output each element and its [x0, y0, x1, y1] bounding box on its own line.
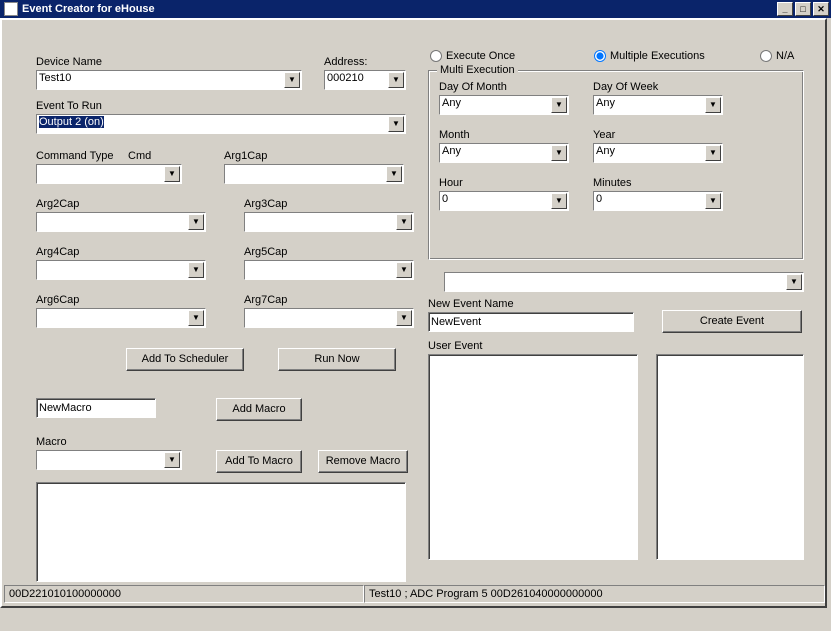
status-pane-2: Test10 ; ADC Program 5 00D26104000000000…	[364, 585, 825, 603]
chevron-down-icon: ▼	[705, 193, 721, 209]
event-combo[interactable]: ▼	[444, 272, 804, 292]
new-macro-input[interactable]	[36, 398, 156, 418]
close-button[interactable]: ✕	[813, 2, 829, 16]
chevron-down-icon: ▼	[551, 193, 567, 209]
device-name-label: Device Name	[36, 56, 102, 68]
status-pane-1: 00D221010100000000	[4, 585, 364, 603]
maximize-button[interactable]: □	[795, 2, 811, 16]
address-select[interactable]: 000210▼	[324, 70, 406, 90]
day-of-month-label: Day Of Month	[439, 81, 507, 93]
chevron-down-icon: ▼	[705, 97, 721, 113]
arg7-label: Arg7Cap	[244, 294, 287, 306]
arg2-select[interactable]: ▼	[36, 212, 206, 232]
chevron-down-icon: ▼	[388, 116, 404, 132]
chevron-down-icon: ▼	[284, 72, 300, 88]
chevron-down-icon: ▼	[386, 166, 402, 182]
multiple-executions-label: Multiple Executions	[610, 50, 705, 62]
chevron-down-icon: ▼	[551, 97, 567, 113]
chevron-down-icon: ▼	[188, 262, 204, 278]
user-event-listbox[interactable]	[428, 354, 638, 560]
minimize-button[interactable]: _	[777, 2, 793, 16]
chevron-down-icon: ▼	[396, 310, 412, 326]
new-event-name-label: New Event Name	[428, 298, 514, 310]
client-area: Device Name Test10▼ Address: 000210▼ Eve…	[0, 18, 827, 608]
add-to-macro-button[interactable]: Add To Macro	[216, 450, 302, 473]
arg5-select[interactable]: ▼	[244, 260, 414, 280]
window-title: Event Creator for eHouse	[22, 3, 155, 15]
chevron-down-icon: ▼	[551, 145, 567, 161]
multiple-executions-radio[interactable]: Multiple Executions	[594, 50, 705, 62]
minutes-label: Minutes	[593, 177, 632, 189]
macro-listbox[interactable]	[36, 482, 406, 582]
address-label: Address:	[324, 56, 367, 68]
user-event-label: User Event	[428, 340, 482, 352]
secondary-listbox[interactable]	[656, 354, 804, 560]
chevron-down-icon: ▼	[786, 274, 802, 290]
execute-once-radio[interactable]: Execute Once	[430, 50, 515, 62]
add-to-scheduler-button[interactable]: Add To Scheduler	[126, 348, 244, 371]
chevron-down-icon: ▼	[164, 452, 180, 468]
month-select[interactable]: Any▼	[439, 143, 569, 163]
arg7-select[interactable]: ▼	[244, 308, 414, 328]
chevron-down-icon: ▼	[396, 262, 412, 278]
minutes-select[interactable]: 0▼	[593, 191, 723, 211]
multi-execution-legend: Multi Execution	[437, 64, 518, 76]
event-to-run-select[interactable]: Output 2 (on)▼	[36, 114, 406, 134]
day-of-month-select[interactable]: Any▼	[439, 95, 569, 115]
na-radio[interactable]: N/A	[760, 50, 794, 62]
command-type-label: Command Type	[36, 150, 113, 162]
title-bar: Event Creator for eHouse _ □ ✕	[0, 0, 831, 18]
chevron-down-icon: ▼	[388, 72, 404, 88]
run-now-button[interactable]: Run Now	[278, 348, 396, 371]
multi-execution-group: Multi Execution Day Of Month Any▼ Day Of…	[428, 70, 804, 260]
arg1-select[interactable]: ▼	[224, 164, 404, 184]
arg3-label: Arg3Cap	[244, 198, 287, 210]
year-select[interactable]: Any▼	[593, 143, 723, 163]
add-macro-button[interactable]: Add Macro	[216, 398, 302, 421]
year-label: Year	[593, 129, 615, 141]
day-of-week-select[interactable]: Any▼	[593, 95, 723, 115]
chevron-down-icon: ▼	[188, 310, 204, 326]
month-label: Month	[439, 129, 470, 141]
macro-select[interactable]: ▼	[36, 450, 182, 470]
arg4-label: Arg4Cap	[36, 246, 79, 258]
chevron-down-icon: ▼	[396, 214, 412, 230]
event-to-run-label: Event To Run	[36, 100, 102, 112]
hour-select[interactable]: 0▼	[439, 191, 569, 211]
na-label: N/A	[776, 50, 794, 62]
app-icon	[4, 2, 18, 16]
day-of-week-label: Day Of Week	[593, 81, 658, 93]
arg6-label: Arg6Cap	[36, 294, 79, 306]
command-type-select[interactable]: ▼	[36, 164, 182, 184]
remove-macro-button[interactable]: Remove Macro	[318, 450, 408, 473]
create-event-button[interactable]: Create Event	[662, 310, 802, 333]
cmd-label: Cmd	[128, 150, 151, 162]
arg1-label: Arg1Cap	[224, 150, 267, 162]
arg5-label: Arg5Cap	[244, 246, 287, 258]
chevron-down-icon: ▼	[164, 166, 180, 182]
arg3-select[interactable]: ▼	[244, 212, 414, 232]
macro-label: Macro	[36, 436, 67, 448]
chevron-down-icon: ▼	[188, 214, 204, 230]
chevron-down-icon: ▼	[705, 145, 721, 161]
status-bar: 00D221010100000000 Test10 ; ADC Program …	[4, 585, 825, 604]
arg4-select[interactable]: ▼	[36, 260, 206, 280]
new-event-name-input[interactable]	[428, 312, 634, 332]
arg2-label: Arg2Cap	[36, 198, 79, 210]
device-name-select[interactable]: Test10▼	[36, 70, 302, 90]
hour-label: Hour	[439, 177, 463, 189]
execute-once-label: Execute Once	[446, 50, 515, 62]
arg6-select[interactable]: ▼	[36, 308, 206, 328]
